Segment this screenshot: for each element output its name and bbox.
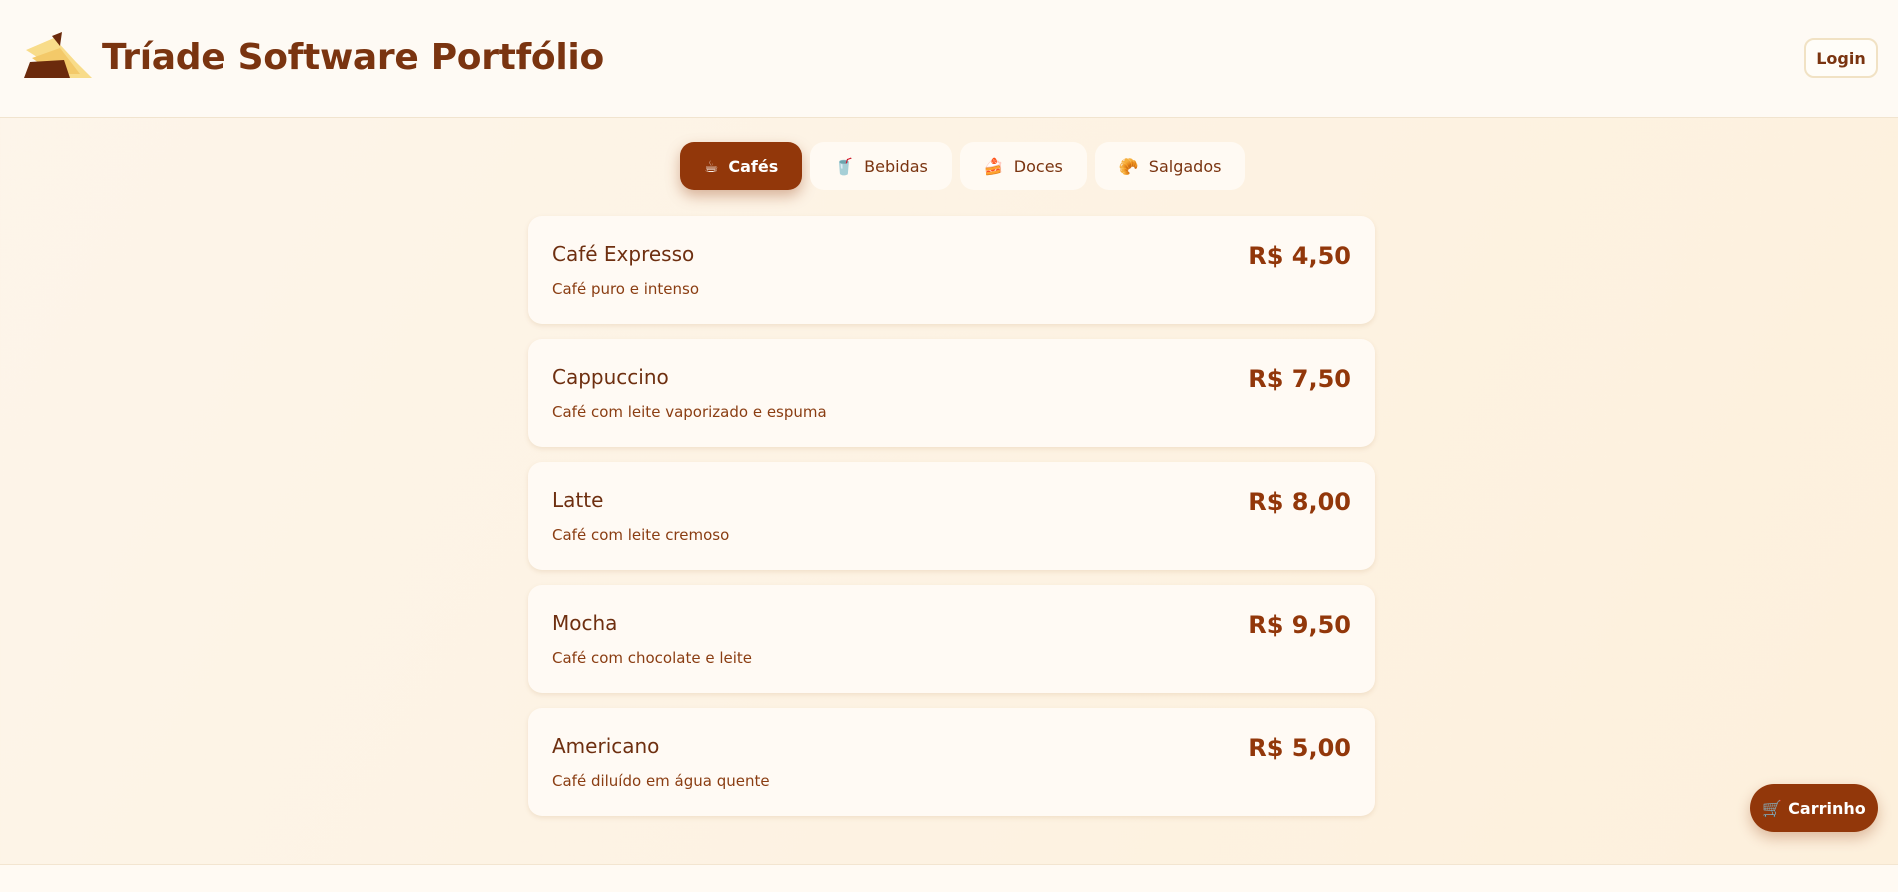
cart-icon: 🛒 <box>1762 798 1783 818</box>
tab-label: Bebidas <box>864 156 928 176</box>
product-price: R$ 8,00 <box>1248 488 1351 516</box>
tab-salgados[interactable]: 🥐 Salgados <box>1094 142 1246 190</box>
brand-title: Tríade Software Portfólio <box>102 37 604 78</box>
product-card[interactable]: Latte Café com leite cremoso R$ 8,00 <box>528 462 1375 570</box>
triade-logo-icon <box>24 32 92 78</box>
product-name: Latte <box>552 488 604 512</box>
product-price: R$ 5,00 <box>1248 734 1351 762</box>
coffee-icon: ☕ <box>704 156 719 176</box>
product-price: R$ 4,50 <box>1248 242 1351 270</box>
cake-icon: 🍰 <box>983 156 1004 176</box>
category-tabs: ☕ Cafés 🥤 Bebidas 🍰 Doces 🥐 Salgados <box>680 142 1246 190</box>
tab-doces[interactable]: 🍰 Doces <box>959 142 1087 190</box>
product-price: R$ 9,50 <box>1248 611 1351 639</box>
tab-label: Doces <box>1013 156 1063 176</box>
cart-button[interactable]: 🛒 Carrinho <box>1750 784 1878 832</box>
product-card[interactable]: Americano Café diluído em água quente R$… <box>528 708 1375 816</box>
product-name: Americano <box>552 734 660 758</box>
footer <box>0 864 1898 892</box>
drink-icon: 🥤 <box>834 156 855 176</box>
product-name: Café Expresso <box>552 242 695 266</box>
tab-cafes[interactable]: ☕ Cafés <box>680 142 803 190</box>
cart-label: Carrinho <box>1788 798 1866 818</box>
tab-bebidas[interactable]: 🥤 Bebidas <box>810 142 952 190</box>
product-name: Mocha <box>552 611 618 635</box>
product-price: R$ 7,50 <box>1248 365 1351 393</box>
product-card[interactable]: Cappuccino Café com leite vaporizado e e… <box>528 339 1375 447</box>
top-header: Tríade Software Portfólio Login <box>0 0 1898 118</box>
product-card[interactable]: Café Expresso Café puro e intenso R$ 4,5… <box>528 216 1375 324</box>
croissant-icon: 🥐 <box>1118 156 1139 176</box>
product-description: Café com chocolate e leite <box>552 649 753 667</box>
product-card[interactable]: Mocha Café com chocolate e leite R$ 9,50 <box>528 585 1375 693</box>
product-description: Café diluído em água quente <box>552 772 770 790</box>
tab-label: Cafés <box>728 156 779 176</box>
product-description: Café com leite cremoso <box>552 526 730 544</box>
product-list: Café Expresso Café puro e intenso R$ 4,5… <box>528 216 1375 831</box>
product-name: Cappuccino <box>552 365 669 389</box>
tab-label: Salgados <box>1148 156 1222 176</box>
product-description: Café com leite vaporizado e espuma <box>552 403 827 421</box>
product-description: Café puro e intenso <box>552 280 700 298</box>
login-button[interactable]: Login <box>1804 38 1878 78</box>
